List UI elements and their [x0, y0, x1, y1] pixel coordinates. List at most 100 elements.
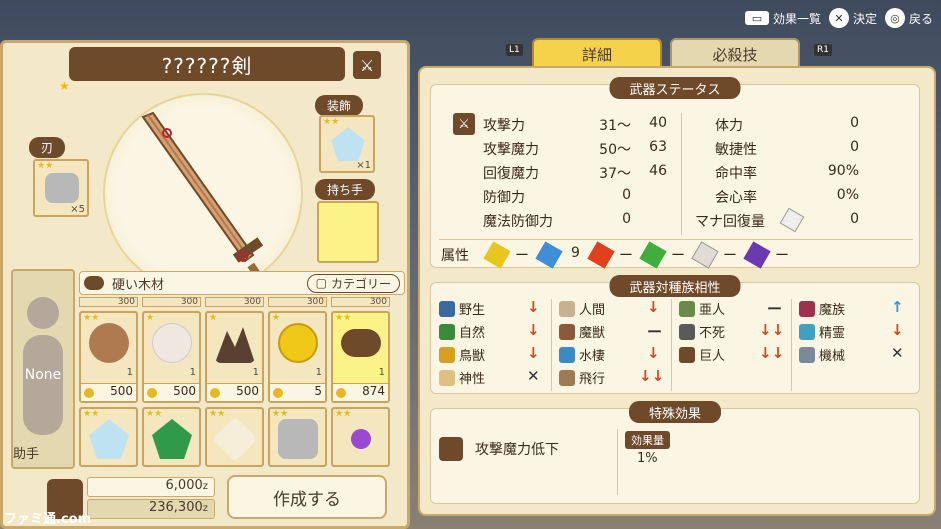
- stat-max: 0: [622, 187, 631, 203]
- r1-button-icon: R1: [814, 44, 832, 56]
- egg-icon: [152, 323, 192, 363]
- stat-value: 0: [850, 211, 859, 227]
- hint-confirm[interactable]: ✕ 決定: [828, 8, 877, 28]
- effect-amount-label: 効果量: [625, 431, 670, 449]
- fire-gem-icon: [587, 241, 615, 269]
- race-label: 人間: [579, 303, 606, 318]
- material-cell-rope[interactable]: ★★ 1 500: [79, 311, 138, 403]
- material-cell[interactable]: 300: [142, 297, 201, 307]
- blade-slot-label: 刃: [29, 137, 66, 158]
- coin-icon: [278, 323, 318, 363]
- material-cell-stone[interactable]: ★★: [268, 407, 327, 467]
- affinity-neutral-icon: ー: [767, 300, 783, 318]
- column-divider: [671, 299, 672, 391]
- stat-max: 40: [649, 115, 667, 131]
- material-cell-amethyst[interactable]: ★★: [331, 407, 390, 467]
- column-divider: [551, 299, 552, 391]
- affinity-neutral-icon: ー: [647, 323, 663, 341]
- material-cell[interactable]: 300: [331, 297, 390, 307]
- square-button-icon: ▢: [315, 276, 327, 290]
- race-affinity-title: 武器対種族相性: [609, 275, 741, 297]
- attribute-label: 属性: [441, 248, 469, 264]
- race-label: 飛行: [579, 372, 606, 387]
- material-cell[interactable]: 300: [205, 297, 264, 307]
- total-money: 236,300z: [87, 499, 215, 519]
- race-label: 不死: [699, 326, 726, 341]
- race-demon: 魔族: [799, 299, 845, 318]
- material-name: 硬い木材: [112, 277, 165, 293]
- stat-label: マナ回復量: [695, 214, 765, 230]
- magic-down-icon: [439, 437, 463, 461]
- effect-name: 攻撃魔力低下: [475, 442, 559, 458]
- create-button[interactable]: 作成する: [227, 475, 387, 519]
- material-cell-crystal[interactable]: ★★: [79, 407, 138, 467]
- stat-value: 0%: [836, 187, 859, 203]
- stat-label: 回復魔力: [483, 166, 539, 182]
- column-divider: [681, 113, 682, 235]
- undead-race-icon: [679, 323, 695, 340]
- stat-min: 50～: [599, 142, 631, 158]
- material-cell-egg[interactable]: ★ 1 500: [142, 311, 201, 403]
- rarity-stars-icon: ★★: [83, 313, 100, 323]
- affinity-down-icon: ↓: [647, 344, 660, 362]
- affinity-up-icon: ↑: [891, 298, 904, 316]
- affinity-double-down-icon: ↓↓: [639, 367, 665, 385]
- crystal-icon: [89, 419, 129, 459]
- magic-beast-race-icon: [559, 323, 575, 340]
- stat-label: 会心率: [715, 190, 757, 206]
- material-row: ★★ 1 500 ★ 1 500 ★ 1 500 ★ 1 5 ★★ 1 874: [79, 311, 405, 403]
- l1-button-icon: L1: [506, 44, 523, 56]
- helper-label: 助手: [13, 447, 40, 462]
- race-label: 巨人: [699, 349, 726, 364]
- material-cell-log[interactable]: ★★ 1 874: [331, 311, 390, 403]
- material-cell-coin[interactable]: ★ 1 5: [268, 311, 327, 403]
- material-cell[interactable]: 300: [79, 297, 138, 307]
- craft-cost-value: 6,000: [165, 478, 203, 493]
- stat-label: 敏捷性: [715, 142, 757, 158]
- demihuman-race-icon: [679, 300, 695, 317]
- material-cell-emerald[interactable]: ★★: [142, 407, 201, 467]
- material-price: 500: [207, 383, 262, 401]
- circle-button-icon: ◎: [884, 8, 905, 28]
- stat-label: 攻撃魔力: [483, 142, 539, 158]
- grip-slot[interactable]: [317, 201, 379, 263]
- material-qty: 1: [189, 367, 196, 378]
- wind-gem-icon: [639, 241, 667, 269]
- attribute-value: ー: [515, 248, 529, 264]
- attribute-value: ー: [723, 248, 737, 264]
- material-cell-cloth[interactable]: ★★: [205, 407, 264, 467]
- category-button[interactable]: ▢ カテゴリー: [306, 273, 400, 293]
- affinity-double-down-icon: ↓↓: [759, 344, 785, 362]
- race-demihuman: 亜人: [679, 299, 725, 318]
- material-cell[interactable]: 300: [268, 297, 327, 307]
- wild-race-icon: [439, 300, 455, 317]
- grip-slot-label: 持ち手: [315, 179, 376, 200]
- sword-icon: ⚔: [453, 113, 475, 135]
- bird-beast-race-icon: [439, 346, 455, 363]
- stat-value: 90%: [827, 163, 859, 179]
- helper-slot[interactable]: None: [11, 269, 75, 469]
- crafting-panel: ??????剣 ⚔ ★ 刃 ★★ ×5 装飾 ★★ ×1 持ち手 None 助手…: [0, 40, 410, 529]
- weapon-status-section: 武器ステータス ⚔ 攻撃力 31～ 40 攻撃魔力 50～ 63 回復魔力 37…: [430, 77, 920, 269]
- race-giant: 巨人: [679, 345, 725, 364]
- race-divine: 神性: [439, 368, 485, 387]
- sword-icon: [141, 111, 267, 286]
- material-price: 5: [270, 383, 325, 401]
- race-affinity-section: 武器対種族相性 野生 ↓ 自然 ↓ 鳥獣 ↓ 神性 ✕ 人間 ↓ 魔獣 ー 水棲…: [430, 275, 920, 394]
- decor-slot[interactable]: ★★ ×1: [319, 115, 375, 173]
- stat-min: 31～: [599, 118, 631, 134]
- hint-back[interactable]: ◎ 戻る: [884, 8, 933, 28]
- race-wild: 野生: [439, 299, 485, 318]
- blade-slot[interactable]: ★★ ×5: [33, 159, 89, 217]
- hint-effect-list[interactable]: ▭ 効果一覧: [744, 8, 821, 28]
- material-cell-claw[interactable]: ★ 1 500: [205, 311, 264, 403]
- stat-max: 0: [622, 211, 631, 227]
- hint-label: 決定: [852, 11, 877, 26]
- currency-unit: z: [202, 481, 208, 492]
- affinity-down-icon: ↓: [891, 321, 904, 339]
- rarity-stars-icon: ★: [209, 313, 218, 323]
- hint-bar: ▭ 効果一覧 ✕ 決定 ◎ 戻る: [744, 8, 933, 28]
- stat-label: 体力: [715, 118, 743, 134]
- material-qty: 1: [378, 367, 385, 378]
- earth-gem-icon: [483, 241, 511, 269]
